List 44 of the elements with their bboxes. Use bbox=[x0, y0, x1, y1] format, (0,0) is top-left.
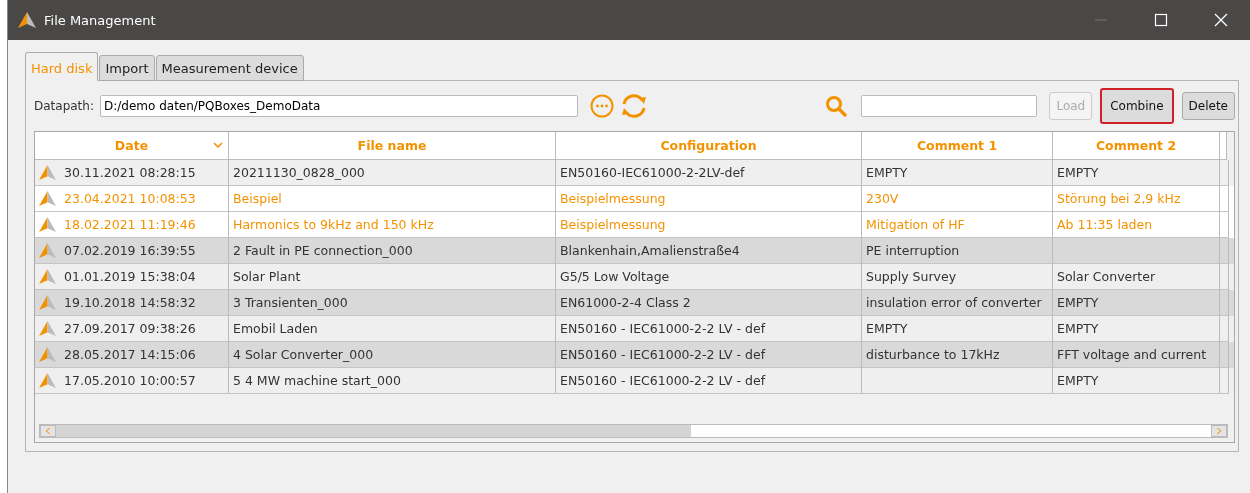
search-icon[interactable] bbox=[825, 95, 848, 117]
action-button[interactable]: Delete bbox=[1181, 92, 1235, 120]
file-logo-icon bbox=[39, 269, 56, 284]
date-text: 30.11.2021 08:28:15 bbox=[64, 165, 196, 180]
table-cell: EN50160 - IEC61000-2-2 LV - def bbox=[556, 368, 862, 394]
file-logo-icon bbox=[39, 165, 56, 180]
app-logo-icon bbox=[18, 12, 36, 28]
date-text: 27.09.2017 09:38:26 bbox=[64, 321, 196, 336]
tab[interactable]: Import bbox=[99, 55, 155, 81]
file-logo-icon bbox=[39, 373, 56, 388]
date-text: 07.02.2019 16:39:55 bbox=[64, 243, 196, 258]
file-logo-icon bbox=[39, 217, 56, 232]
date-text: 28.05.2017 14:15:06 bbox=[64, 347, 196, 362]
close-icon[interactable] bbox=[1214, 13, 1228, 27]
date-text: 19.10.2018 14:58:32 bbox=[64, 295, 196, 310]
horizontal-scrollbar[interactable] bbox=[39, 424, 1228, 438]
datapath-label: Datapath: bbox=[34, 99, 94, 113]
date-text: 01.01.2019 15:38:04 bbox=[64, 269, 196, 284]
column-header bbox=[1220, 132, 1227, 160]
maximize-icon[interactable] bbox=[1154, 13, 1168, 27]
table-row[interactable]: 28.05.2017 14:15:06 4 Solar Converter_000 EN50160 - IEC61000-2-2 LV - def disturbance to 17kHz FFT voltage and current bbox=[35, 342, 1234, 368]
file-logo-icon bbox=[39, 191, 56, 206]
file-logo-icon bbox=[39, 321, 56, 336]
table-row[interactable]: 07.02.2019 16:39:55 2 Fault in PE connection_000 Blankenhain,Amalienstraße4 PE interruption bbox=[35, 238, 1234, 264]
file-logo-icon bbox=[39, 295, 56, 310]
table-row[interactable]: 19.10.2018 14:58:32 3 Transienten_000 EN61000-2-4 Class 2 insulation error of converter EMPTY bbox=[35, 290, 1234, 316]
table-cell: EMPTY bbox=[1053, 368, 1220, 394]
action-button[interactable]: Combine bbox=[1100, 88, 1174, 124]
scroll-right-icon[interactable] bbox=[1211, 425, 1227, 437]
table-cell: 5 4 MW machine start_000 bbox=[229, 368, 556, 394]
file-logo-icon bbox=[39, 243, 56, 258]
scroll-thumb[interactable] bbox=[56, 425, 691, 437]
more-icon[interactable] bbox=[590, 94, 614, 118]
datapath-field[interactable]: D:/demo daten/PQBoxes_DemoData bbox=[100, 95, 578, 117]
window-title: File Management bbox=[44, 12, 156, 28]
scroll-left-icon[interactable] bbox=[40, 425, 56, 437]
file-logo-icon bbox=[39, 347, 56, 362]
date-text: 23.04.2021 10:08:53 bbox=[64, 191, 196, 206]
date-text: 18.02.2021 11:19:46 bbox=[64, 217, 196, 232]
tab[interactable]: Measurement device bbox=[155, 55, 304, 81]
refresh-icon[interactable] bbox=[620, 93, 648, 119]
date-text: 17.05.2010 10:00:57 bbox=[64, 373, 196, 388]
table-cell bbox=[1220, 368, 1229, 394]
search-field[interactable] bbox=[861, 95, 1038, 117]
